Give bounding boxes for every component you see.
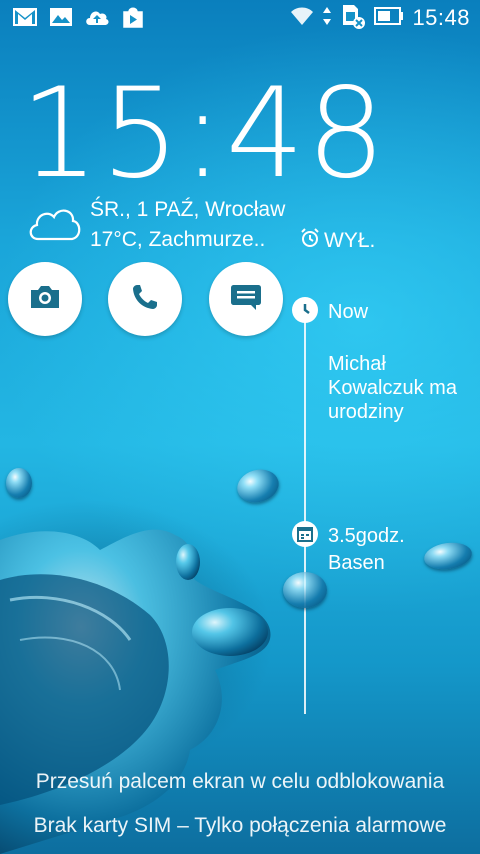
status-time: 15:48 — [412, 5, 470, 30]
weather-summary: 17°C, Zachmurze.. — [90, 228, 266, 251]
water-droplet — [233, 465, 283, 507]
alarm-label: WYŁ. — [324, 229, 376, 252]
gmail-icon — [12, 6, 38, 28]
lockscreen-clock[interactable]: 15:48 — [20, 72, 387, 196]
water-splash — [0, 529, 271, 854]
no-sim-icon — [340, 3, 366, 34]
sim-status-message: Brak karty SIM – Tylko połączenia alarmo… — [33, 814, 447, 837]
alarm-status: WYŁ. — [300, 228, 375, 254]
phone-icon — [131, 283, 159, 316]
status-bar[interactable]: 15:48 — [0, 0, 480, 38]
water-droplet — [6, 468, 32, 498]
clock-icon — [292, 297, 318, 323]
notification-icons — [12, 6, 146, 28]
messages-shortcut-button[interactable] — [209, 262, 283, 336]
timeline-now: Now — [328, 301, 369, 323]
water-droplet — [422, 539, 474, 573]
data-arrows-icon — [322, 6, 332, 31]
timeline-event-birthday[interactable]: Michał Kowalczuk ma urodziny — [328, 352, 476, 424]
play-store-icon — [120, 6, 146, 28]
battery-icon — [374, 6, 404, 30]
timeline-event-title[interactable]: Basen — [328, 551, 385, 575]
message-icon — [230, 282, 262, 317]
unlock-hint: Przesuń palcem ekran w celu odblokowania — [35, 770, 445, 793]
date-location: ŚR., 1 PAŹ, Wrocław — [90, 198, 286, 221]
gallery-icon — [48, 6, 74, 28]
cloud-icon[interactable] — [26, 203, 82, 246]
phone-shortcut-button[interactable] — [108, 262, 182, 336]
system-icons: 15:48 — [290, 4, 470, 32]
camera-shortcut-button[interactable] — [8, 262, 82, 336]
wifi-icon — [290, 6, 314, 31]
timeline-line — [304, 308, 306, 714]
cloud-upload-icon — [84, 6, 110, 28]
alarm-clock-icon — [300, 228, 320, 254]
timeline-event-time[interactable]: 3.5godz. — [328, 524, 405, 548]
camera-icon — [29, 284, 61, 315]
